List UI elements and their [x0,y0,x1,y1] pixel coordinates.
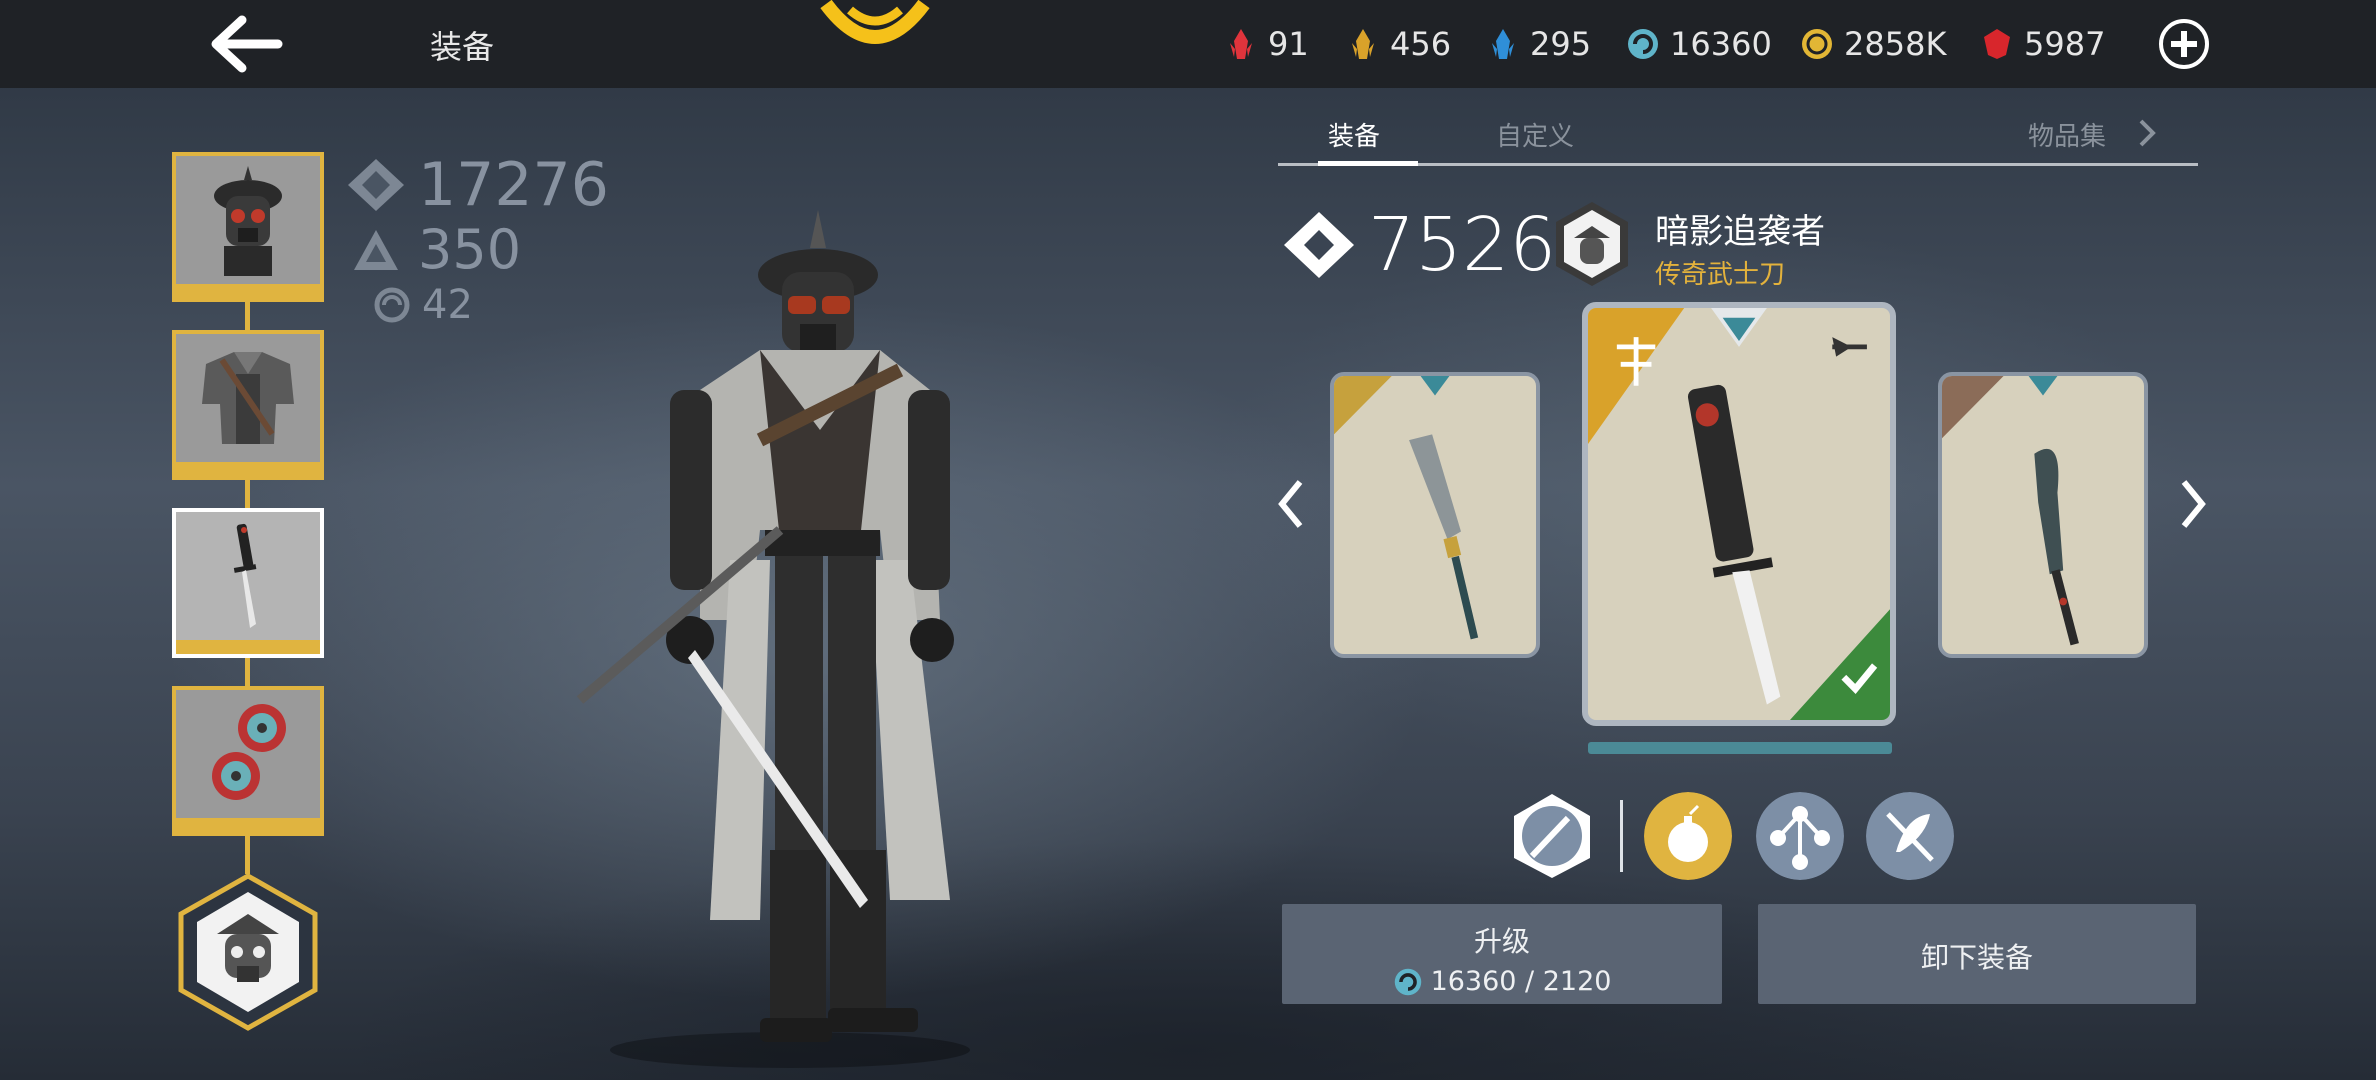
skill-tree-icon[interactable] [1756,792,1844,880]
slot-chain [245,656,250,688]
page-title: 装备 [430,28,495,66]
curved-blade-icon [1942,376,2079,646]
item-name: 暗影追袭者 [1655,212,1825,252]
shadow-swirl-icon [374,287,410,323]
resource-value: 5987 [2024,25,2106,63]
item-score: 7526 [1282,202,1556,288]
resource-value: 16360 [1670,25,1772,63]
unequip-button[interactable]: 卸下装备 [1758,904,2196,1004]
slot-chain [245,300,250,332]
slot-rarity-bar [176,462,320,476]
resource-red-gem: 91 [1224,22,1309,66]
tab-customize[interactable]: 自定义 [1496,116,1574,153]
tab-bar: 装备 自定义 物品集 [1278,110,2198,168]
carousel-next-icon[interactable] [2172,474,2212,534]
upgrade-label: 升级 [1473,925,1530,958]
gold-crystal-icon [1352,29,1374,59]
item-score-value: 7526 [1368,202,1557,288]
red-crystal-icon [1230,29,1252,59]
add-currency-icon[interactable] [2158,18,2210,70]
resource-value: 2858K [1844,25,1947,63]
resource-value: 456 [1390,25,1452,63]
upgrade-cost: 16360 / 2120 [1282,966,1722,997]
ruby-icon [1984,29,2010,59]
helmet-icon [214,166,282,276]
tab-item-sets[interactable]: 物品集 [2028,116,2106,153]
carousel-prev-icon[interactable] [1272,474,1312,534]
stat-shadow: 42 [374,282,473,328]
game-logo-icon [820,0,930,44]
resource-value: 91 [1268,25,1309,63]
back-arrow-icon[interactable] [208,14,284,74]
shuriken-icon [212,704,286,800]
perk-divider [1620,800,1623,872]
resource-blue-gem: 295 [1486,22,1591,66]
tab-active-indicator [1318,161,1418,166]
blue-crystal-icon [1492,29,1514,59]
weapon-card-selected[interactable] [1582,302,1896,726]
weapon-enchant-icon[interactable] [1508,792,1596,880]
slot-helmet[interactable] [172,152,324,302]
stat-defense: 350 [350,218,521,281]
item-power-icon [1284,212,1354,278]
weapon-card-left[interactable] [1330,372,1540,658]
character-class-icon [1556,202,1628,286]
item-upgrade-progress [1588,742,1892,754]
resource-gold-gem: 456 [1346,22,1451,66]
armor-icon [202,352,294,444]
slot-chain [245,834,250,874]
feather-crossed-icon[interactable] [1866,792,1954,880]
spear-blade-icon [1334,376,1479,640]
katana-blade-icon [1588,308,1890,720]
unequip-label: 卸下装备 [1920,941,2033,974]
weapon-card-right[interactable] [1938,372,2148,658]
slot-rarity-bar [176,818,320,832]
coin-icon [1802,29,1832,59]
resource-value: 295 [1530,25,1592,63]
power-diamond-icon [348,159,404,211]
slot-rarity-bar [176,640,320,654]
item-type: 传奇武士刀 [1655,260,1786,290]
shadow-energy-icon [1628,29,1658,59]
character-badge-icon[interactable] [175,872,321,1032]
resource-coins: 2858K [1800,22,1946,66]
slot-ranged[interactable] [172,686,324,836]
shadow-energy-icon [1394,968,1421,995]
upgrade-cost-value: 16360 / 2120 [1430,966,1612,997]
slot-weapon[interactable] [172,508,324,658]
resource-ruby: 5987 [1980,22,2105,66]
slot-armor[interactable] [172,330,324,480]
resource-shadow-energy: 16360 [1626,22,1772,66]
chevron-right-icon[interactable] [2136,118,2158,148]
slot-chain [245,480,250,510]
katana-icon [233,523,257,628]
bomb-icon[interactable] [1644,792,1732,880]
slot-rarity-bar [176,284,320,298]
defense-triangle-icon [354,229,398,270]
upgrade-button[interactable]: 升级 16360 / 2120 [1282,904,1722,1004]
tab-equipment[interactable]: 装备 [1328,116,1380,153]
character-model [576,210,970,1068]
